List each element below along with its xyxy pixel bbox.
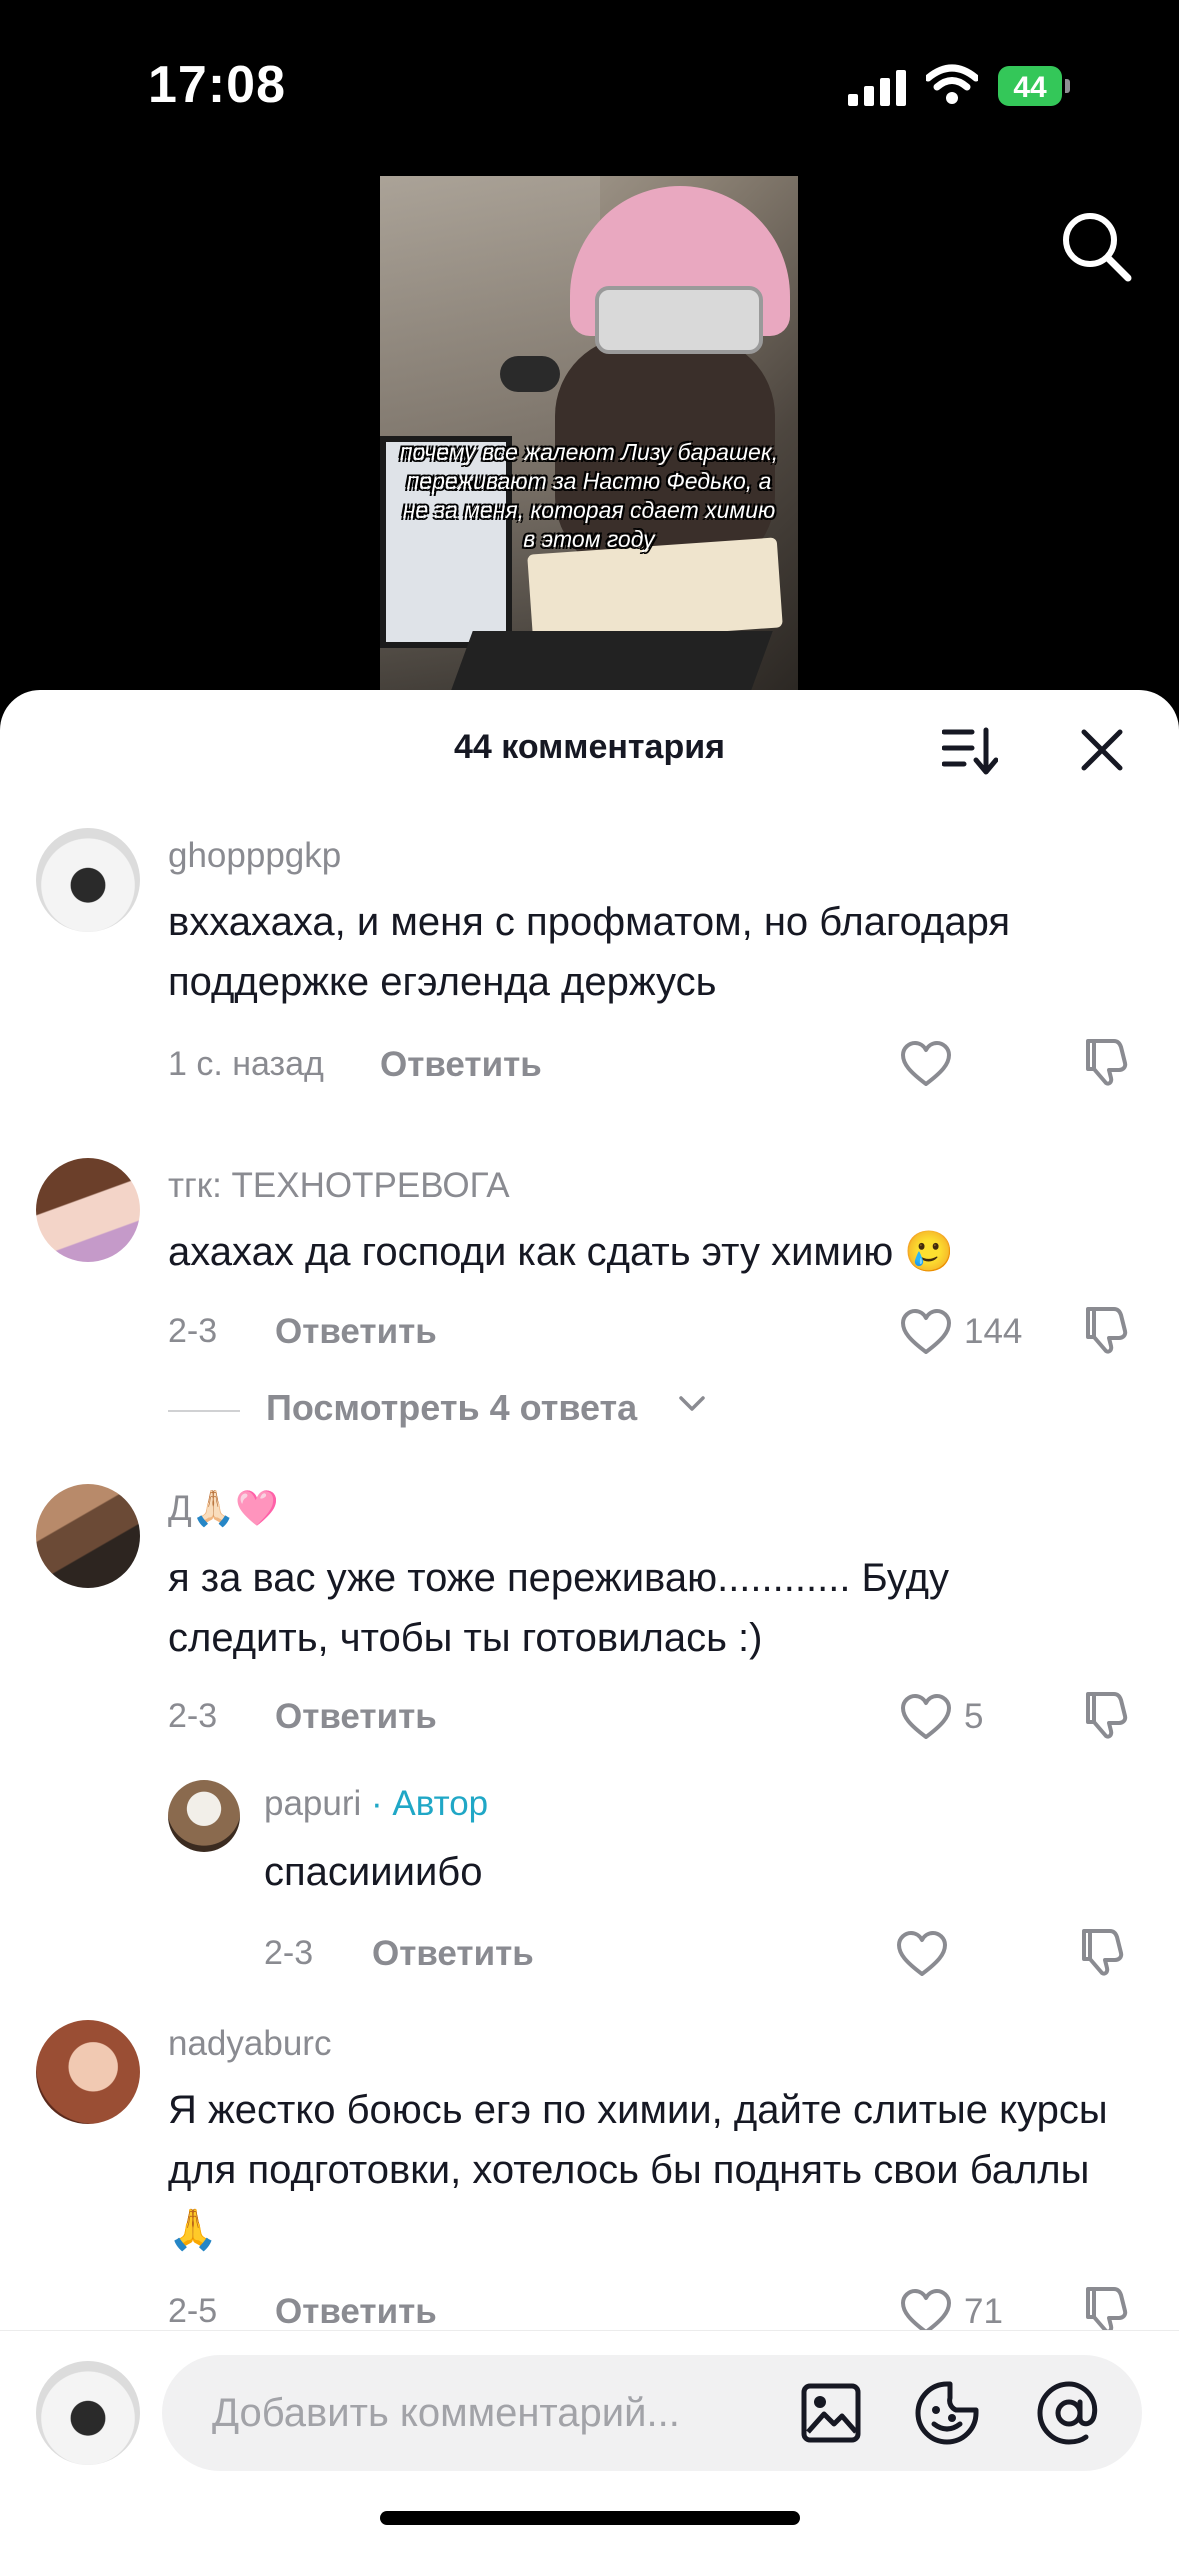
dislike-icon[interactable] bbox=[1080, 1035, 1132, 1087]
avatar[interactable] bbox=[36, 1484, 140, 1588]
image-icon[interactable] bbox=[800, 2382, 862, 2444]
view-replies-label: Посмотреть 4 ответа bbox=[266, 1387, 638, 1428]
battery-level: 44 bbox=[1013, 71, 1047, 104]
heart-icon[interactable] bbox=[900, 1040, 952, 1088]
comment-text: Я жестко боюсь егэ по химии, дайте слиты… bbox=[168, 2088, 1108, 2252]
heart-icon[interactable] bbox=[900, 2288, 952, 2336]
comment-text: вххахаха, и меня с профматом, но благода… bbox=[168, 900, 1011, 1004]
comment-text: спасиииибо bbox=[264, 1850, 483, 1894]
avatar[interactable] bbox=[168, 1780, 240, 1852]
comment-username[interactable]: ghopppgkp bbox=[168, 836, 341, 876]
author-badge: · Автор bbox=[361, 1784, 489, 1823]
comment-time: 2-3 bbox=[168, 1312, 218, 1350]
status-time: 17:08 bbox=[148, 56, 286, 114]
comment-time: 2-3 bbox=[168, 1697, 218, 1735]
avatar[interactable] bbox=[36, 2020, 140, 2124]
reply-button[interactable]: Ответить bbox=[275, 1697, 437, 1737]
comment-username[interactable]: Д🙏🏻🩷 bbox=[168, 1488, 279, 1529]
comment-time: 1 с. назад bbox=[168, 1045, 324, 1083]
reply-button[interactable]: Ответить bbox=[380, 1045, 542, 1085]
comment-time: 2-3 bbox=[264, 1934, 314, 1972]
heart-icon[interactable] bbox=[900, 1693, 952, 1741]
like-count: 71 bbox=[964, 2292, 1003, 2331]
comment-username[interactable]: nadyaburc bbox=[168, 2024, 331, 2064]
dislike-icon[interactable] bbox=[1080, 1688, 1132, 1740]
dislike-icon[interactable] bbox=[1080, 1303, 1132, 1355]
dislike-icon[interactable] bbox=[1076, 1925, 1128, 1977]
avatar[interactable] bbox=[36, 828, 140, 932]
dislike-icon[interactable] bbox=[1080, 2283, 1132, 2335]
video-caption: почему все жалеют Лизу барашек, пережива… bbox=[399, 439, 779, 552]
close-icon[interactable] bbox=[1080, 728, 1124, 772]
view-replies-button[interactable]: Посмотреть 4 ответа bbox=[168, 1385, 728, 1435]
avatar[interactable] bbox=[36, 1158, 140, 1262]
comment-input[interactable]: Добавить комментарий... bbox=[162, 2355, 1142, 2471]
search-icon[interactable] bbox=[1058, 208, 1134, 284]
reply-username-text: papuri bbox=[264, 1784, 362, 1823]
sort-icon[interactable] bbox=[942, 726, 998, 778]
wifi-icon bbox=[926, 64, 978, 104]
comments-count-title: 44 комментария bbox=[454, 728, 725, 766]
chevron-down-icon bbox=[679, 1396, 705, 1411]
comment-input-bar: Добавить комментарий... bbox=[0, 2330, 1179, 2557]
comment-username[interactable]: тгк: ТЕХНОТРЕВОГА bbox=[168, 1166, 510, 1206]
battery-indicator: 44 bbox=[998, 66, 1072, 106]
divider-line bbox=[168, 1410, 240, 1412]
reply-username[interactable]: papuri · Автор bbox=[264, 1784, 488, 1824]
comment-text: я за вас уже тоже переживаю............ … bbox=[168, 1556, 949, 1660]
video-preview[interactable]: почему все жалеют Лизу барашек, пережива… bbox=[380, 176, 798, 696]
like-count: 5 bbox=[964, 1697, 984, 1736]
like-count: 144 bbox=[964, 1312, 1023, 1351]
heart-icon[interactable] bbox=[896, 1930, 948, 1978]
reply-button[interactable]: Ответить bbox=[372, 1934, 534, 1974]
home-indicator bbox=[380, 2511, 800, 2525]
heart-icon[interactable] bbox=[900, 1308, 952, 1356]
cellular-signal-icon bbox=[848, 70, 906, 106]
my-avatar[interactable] bbox=[36, 2361, 140, 2465]
status-bar: 17:08 44 bbox=[0, 0, 1179, 282]
emoji-icon[interactable] bbox=[914, 2380, 980, 2446]
reply-button[interactable]: Ответить bbox=[275, 2292, 437, 2332]
comment-text: ахахах да господи как сдать эту химию 🥲 bbox=[168, 1230, 955, 1274]
comment-time: 2-5 bbox=[168, 2292, 218, 2330]
mention-icon[interactable] bbox=[1036, 2380, 1102, 2446]
reply-button[interactable]: Ответить bbox=[275, 1312, 437, 1352]
comment-input-placeholder: Добавить комментарий... bbox=[212, 2391, 680, 2435]
